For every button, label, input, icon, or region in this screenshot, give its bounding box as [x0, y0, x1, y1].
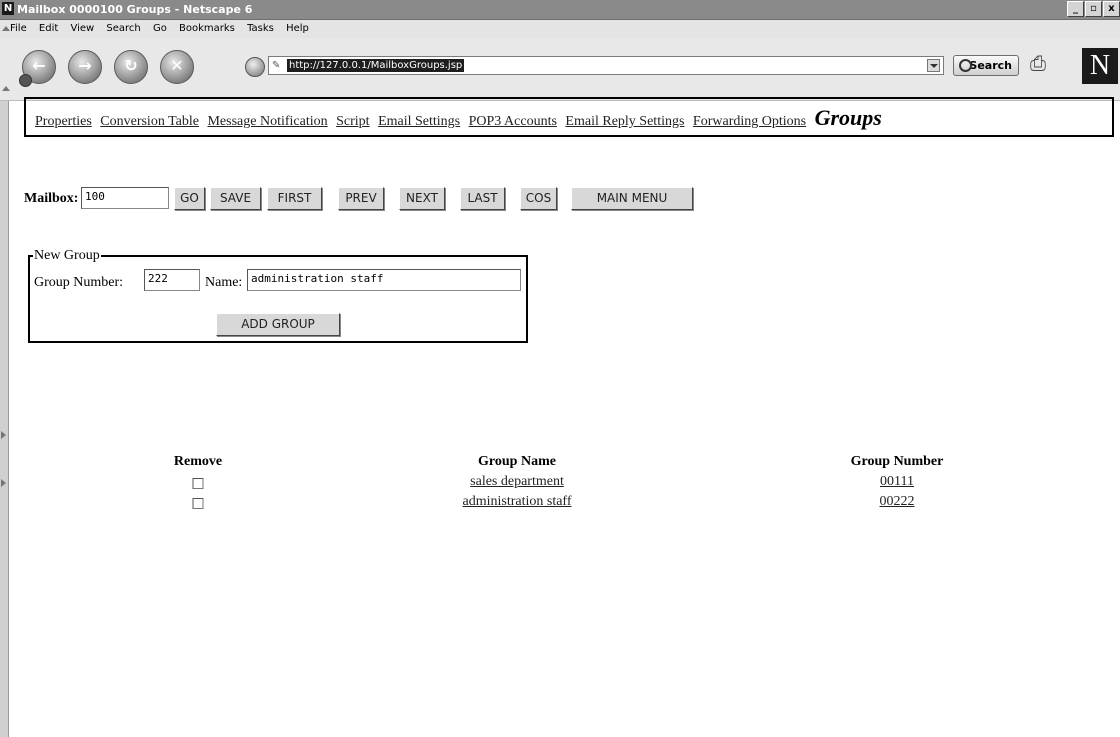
mailbox-number-input[interactable]: 100 [81, 187, 169, 209]
prev-button[interactable]: PREV [338, 187, 384, 210]
group-name-label: Name: [205, 275, 243, 290]
reload-button[interactable]: ↻ [114, 50, 148, 84]
remove-checkbox[interactable] [192, 498, 204, 509]
first-button[interactable]: FIRST [267, 187, 322, 210]
window-controls: _ ▫ x [1066, 1, 1120, 17]
column-header-group-name: Group Name [478, 454, 556, 469]
menu-edit[interactable]: Edit [39, 23, 58, 34]
stop-x-icon: ✕ [170, 56, 184, 75]
tab-pop3-accounts[interactable]: POP3 Accounts [469, 114, 557, 129]
group-name-link[interactable]: sales department [470, 473, 564, 491]
new-group-legend: New Group [33, 248, 101, 264]
back-history-dropdown-icon[interactable] [19, 74, 32, 87]
netscape-throbber-logo[interactable]: N [1082, 48, 1118, 84]
back-button[interactable]: ← [19, 50, 56, 87]
menu-tasks[interactable]: Tasks [247, 23, 274, 34]
window-title: Mailbox 0000100 Groups - Netscape 6 [17, 3, 253, 16]
print-icon[interactable]: ⎙ [1030, 52, 1058, 74]
mailbox-label: Mailbox: [24, 191, 79, 206]
menubar-collapse-grip-icon[interactable] [2, 26, 10, 31]
menu-bookmarks[interactable]: Bookmarks [179, 23, 235, 34]
back-arrow-icon: ← [32, 56, 46, 75]
column-header-group-number: Group Number [850, 454, 944, 469]
menu-bar: File Edit View Search Go Bookmarks Tasks… [0, 20, 1120, 38]
sidebar-splitter[interactable] [0, 101, 9, 737]
close-button[interactable]: x [1103, 1, 1120, 17]
url-bar[interactable]: ✎ http://127.0.0.1/MailboxGroups.jsp [268, 56, 944, 75]
new-group-fieldset: New Group Group Number: 222 Name: admini… [28, 248, 528, 343]
home-button[interactable] [245, 57, 265, 77]
tab-properties[interactable]: Properties [35, 114, 92, 129]
maximize-button[interactable]: ▫ [1085, 1, 1102, 17]
menu-go[interactable]: Go [153, 23, 167, 34]
group-name-input[interactable]: administration staff [247, 269, 521, 291]
group-number-link[interactable]: 00111 [880, 473, 914, 491]
next-button[interactable]: NEXT [399, 187, 445, 210]
column-header-remove: Remove [173, 454, 223, 469]
sidebar-expand-arrow-icon-2[interactable] [1, 479, 6, 487]
remove-checkbox[interactable] [192, 478, 204, 489]
section-tab-bar: Properties Conversion Table Message Noti… [24, 97, 1114, 137]
go-button[interactable]: GO [174, 187, 205, 210]
forward-button[interactable]: → [68, 50, 102, 84]
netscape-app-icon: N [2, 2, 14, 15]
forward-arrow-icon: → [78, 56, 92, 75]
menu-search[interactable]: Search [106, 23, 140, 34]
add-group-button[interactable]: ADD GROUP [216, 313, 340, 336]
menu-help[interactable]: Help [286, 23, 309, 34]
group-name-link[interactable]: administration staff [463, 493, 572, 511]
menu-view[interactable]: View [70, 23, 94, 34]
main-menu-button[interactable]: MAIN MENU [571, 187, 693, 210]
search-button[interactable]: Search [953, 55, 1019, 76]
tab-script[interactable]: Script [336, 114, 369, 129]
magnifier-icon [959, 59, 972, 72]
window-title-bar: N Mailbox 0000100 Groups - Netscape 6 _ ▫… [0, 0, 1120, 20]
navigation-toolbar: ← → ↻ ✕ ✎ http://127.0.0.1/MailboxGroups… [0, 38, 1120, 101]
save-button[interactable]: SAVE [210, 187, 261, 210]
toolbar-collapse-grip-icon[interactable] [2, 86, 10, 91]
tab-groups-current: Groups [814, 105, 882, 130]
sidebar-expand-arrow-icon[interactable] [1, 431, 6, 439]
page-proxy-icon: ✎ [272, 60, 281, 71]
group-number-link[interactable]: 00222 [880, 493, 915, 511]
minimize-button[interactable]: _ [1067, 1, 1084, 17]
url-history-dropdown-icon[interactable] [927, 59, 940, 72]
cos-button[interactable]: COS [520, 187, 557, 210]
tab-conversion-table[interactable]: Conversion Table [100, 114, 199, 129]
tab-message-notification[interactable]: Message Notification [207, 114, 327, 129]
search-button-label: Search [969, 59, 1012, 72]
group-number-input[interactable]: 222 [144, 269, 200, 291]
reload-icon: ↻ [124, 56, 138, 75]
tab-forwarding-options[interactable]: Forwarding Options [693, 114, 806, 129]
group-number-label: Group Number: [34, 275, 124, 290]
menu-file[interactable]: File [10, 23, 27, 34]
tab-email-settings[interactable]: Email Settings [378, 114, 460, 129]
tab-email-reply-settings[interactable]: Email Reply Settings [565, 114, 684, 129]
url-text[interactable]: http://127.0.0.1/MailboxGroups.jsp [287, 59, 465, 72]
last-button[interactable]: LAST [460, 187, 505, 210]
stop-button[interactable]: ✕ [160, 50, 194, 84]
